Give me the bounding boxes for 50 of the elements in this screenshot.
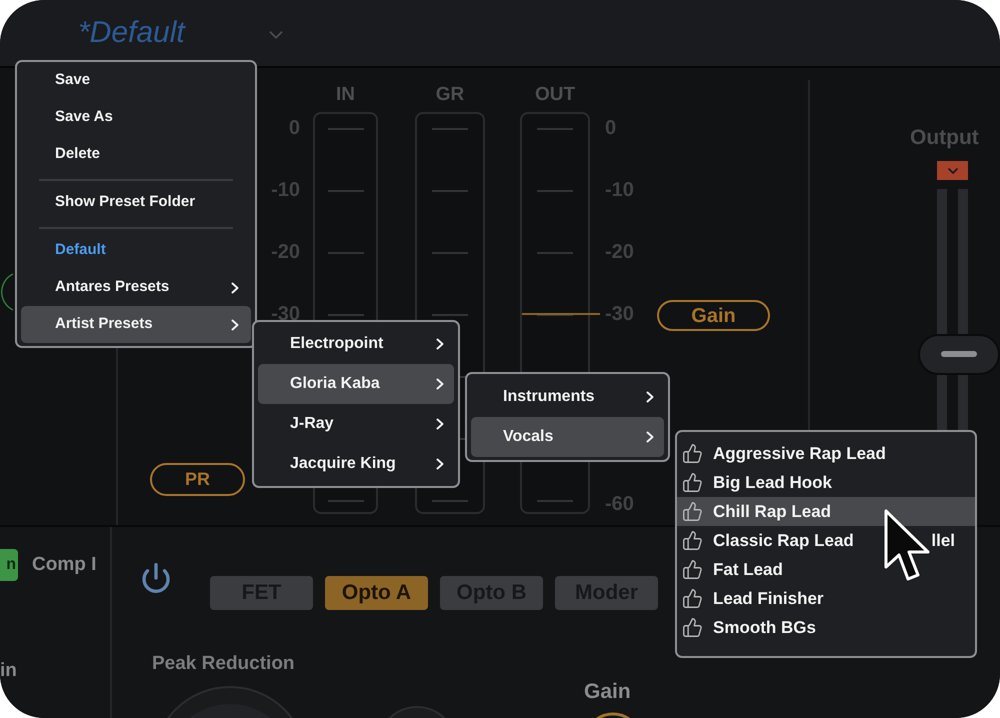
submenu-item[interactable]: Instruments <box>471 377 664 417</box>
chevron-right-icon <box>231 282 239 294</box>
arc-icon <box>0 273 14 311</box>
menu-item[interactable]: Save <box>21 62 251 99</box>
chevron-right-icon <box>646 391 654 403</box>
power-icon[interactable] <box>140 562 172 594</box>
submenu-item[interactable]: Electropoint <box>258 324 454 364</box>
chevron-right-icon <box>436 378 444 390</box>
submenu-item[interactable]: Gloria Kaba <box>258 364 454 404</box>
submenu-item[interactable]: Jacquire King <box>258 444 454 484</box>
meter-label: GR <box>434 86 466 104</box>
side-tab[interactable]: n <box>0 549 18 581</box>
thumbs-up-icon <box>682 443 703 464</box>
chevron-right-icon <box>436 458 444 470</box>
chevron-right-icon <box>436 338 444 350</box>
submenu-item[interactable]: Antares Presets <box>21 269 251 306</box>
knob-label: Gain <box>584 680 632 704</box>
submenu-item[interactable]: Artist Presets <box>21 306 251 343</box>
meter-label: IN <box>335 86 356 104</box>
chevron-right-icon <box>436 418 444 430</box>
output-label: Output <box>910 126 980 150</box>
module-label: Comp I <box>32 552 96 577</box>
meter-label: OUT <box>534 86 576 104</box>
preset-item[interactable]: Chill Rap Lead <box>677 497 975 526</box>
thumbs-up-icon <box>682 559 703 580</box>
fader-thumb[interactable] <box>918 334 1000 374</box>
preset-item[interactable]: Fat Lead <box>677 555 975 584</box>
preset-item[interactable]: Lead Finisher <box>677 584 975 613</box>
menu-item[interactable]: Save As <box>21 99 251 136</box>
preset-item[interactable]: Aggressive Rap Lead <box>677 439 975 468</box>
gain-handle[interactable]: Gain <box>657 300 770 331</box>
thumbs-up-icon <box>682 501 703 522</box>
dropdown-button[interactable] <box>937 161 968 180</box>
preset-item[interactable]: Smooth BGs <box>677 613 975 642</box>
chevron-right-icon <box>231 318 239 330</box>
thumbs-up-icon <box>682 588 703 609</box>
thumbs-up-icon <box>682 617 703 638</box>
preset-item[interactable]: Classic Rap Lead llel <box>677 526 975 555</box>
menu-item[interactable]: Default <box>21 232 251 269</box>
thumbs-up-icon <box>682 472 703 493</box>
submenu-item[interactable]: J-Ray <box>258 404 454 444</box>
menu-item[interactable]: Delete <box>21 136 251 173</box>
menu-item[interactable]: Show Preset Folder <box>21 184 251 221</box>
preset-item[interactable]: Big Lead Hook <box>677 468 975 497</box>
thumbs-up-icon <box>682 530 703 551</box>
submenu-item[interactable]: Vocals <box>471 417 664 457</box>
knob-label: Peak Reduction <box>152 652 296 676</box>
knob-label: in <box>0 661 17 681</box>
pr-handle[interactable]: PR <box>150 463 245 496</box>
chevron-right-icon <box>646 431 654 443</box>
